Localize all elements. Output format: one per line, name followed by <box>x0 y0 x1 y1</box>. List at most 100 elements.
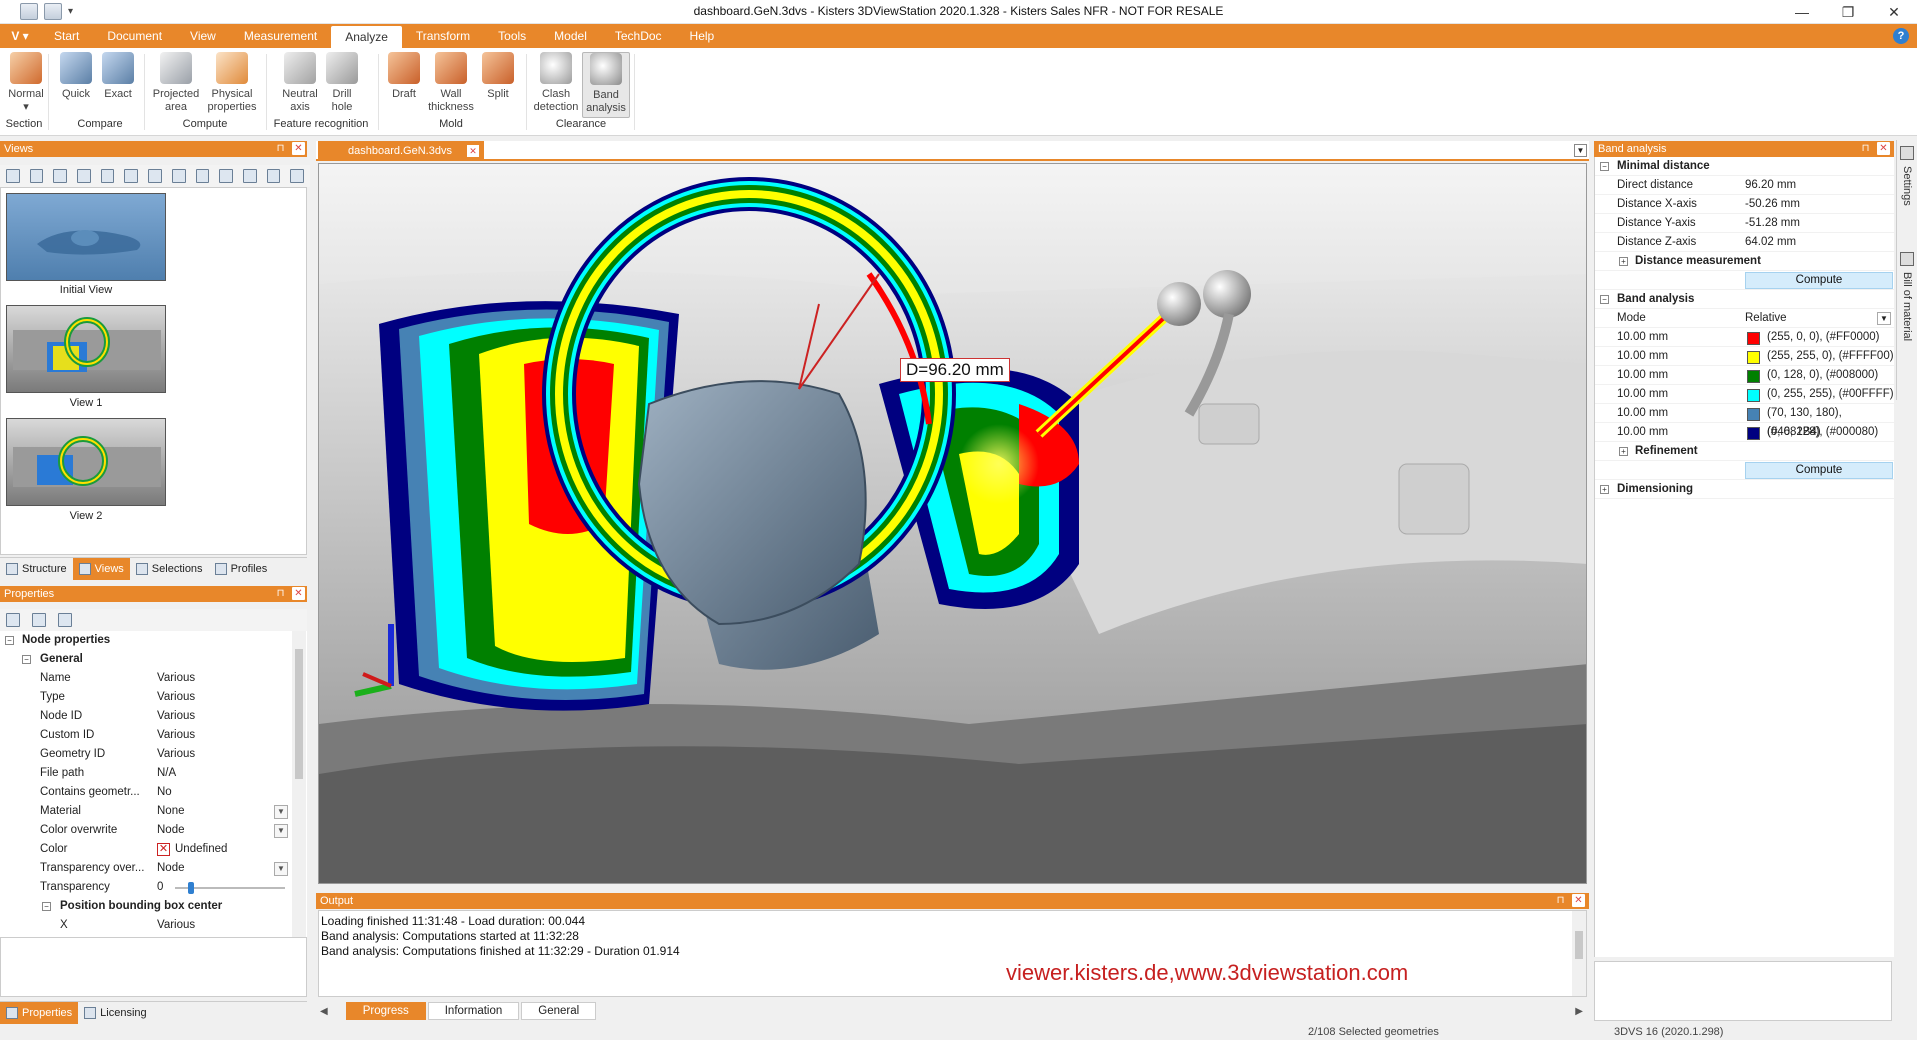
band-row[interactable]: 10.00 mm (0, 0, 128), (#000080) <box>1595 423 1894 442</box>
property-row-color-overwrite[interactable]: Color overwrite Node ▼ <box>0 821 307 840</box>
chevron-down-icon[interactable]: ▼ <box>274 862 288 876</box>
output-scrollbar[interactable] <box>1572 911 1586 996</box>
property-row-node-id[interactable]: Node ID Various <box>0 707 307 726</box>
tab-tools[interactable]: Tools <box>484 24 540 48</box>
position-bbox-group-row[interactable]: − Position bounding box center <box>0 897 307 916</box>
tab-analyze[interactable]: Analyze <box>331 26 402 48</box>
3d-viewport[interactable]: D=96.20 mm <box>318 163 1587 884</box>
pin-icon[interactable]: ⊓ <box>1554 894 1567 907</box>
expand-icon[interactable]: + <box>1600 485 1609 494</box>
property-row-color[interactable]: Color ✕ Undefined <box>0 840 307 859</box>
save-view-icon[interactable] <box>290 169 304 183</box>
dimensioning-group[interactable]: + Dimensioning <box>1595 480 1894 499</box>
band-row[interactable]: 10.00 mm (70, 130, 180), (#4682B4) <box>1595 404 1894 438</box>
bill-of-material-side-tab[interactable]: Bill of material <box>1901 272 1913 341</box>
export-view-icon[interactable] <box>266 169 281 183</box>
band-row[interactable]: 10.00 mm (255, 0, 0), (#FF0000) <box>1595 328 1894 347</box>
collapse-icon[interactable]: − <box>1600 295 1609 304</box>
view-thumbnail-2[interactable] <box>6 418 166 506</box>
tab-document[interactable]: Document <box>93 24 176 48</box>
stop-icon[interactable] <box>124 169 139 183</box>
property-row-transparency-overwrite[interactable]: Transparency over... Node ▼ <box>0 859 307 878</box>
delete-view-icon[interactable] <box>77 169 91 183</box>
band-color-swatch[interactable] <box>1747 408 1760 421</box>
close-icon[interactable]: ✕ <box>292 587 305 600</box>
normal-section-button[interactable]: Normal ▾ <box>2 52 50 114</box>
tab-techdoc[interactable]: TechDoc <box>601 24 676 48</box>
scrollbar-thumb[interactable] <box>295 649 303 779</box>
node-properties-row[interactable]: − Node properties <box>0 631 307 650</box>
split-button[interactable]: Split <box>474 52 522 101</box>
collapse-icon[interactable]: − <box>1600 162 1609 171</box>
quick-compare-button[interactable]: Quick <box>52 52 100 101</box>
property-row-file-path[interactable]: File path N/A <box>0 764 307 783</box>
tab-help[interactable]: Help <box>676 24 729 48</box>
close-icon[interactable]: ✕ <box>467 145 479 157</box>
app-menu-button[interactable]: V ▾ <box>0 24 40 48</box>
property-row-name[interactable]: Name Various <box>0 669 307 688</box>
exact-compare-button[interactable]: Exact <box>94 52 142 101</box>
tab-start[interactable]: Start <box>40 24 93 48</box>
tab-licensing[interactable]: Licensing <box>78 1002 152 1024</box>
property-row-geometry-id[interactable]: Geometry ID Various <box>0 745 307 764</box>
next-view-icon[interactable] <box>148 169 162 183</box>
close-icon[interactable]: ✕ <box>292 142 305 155</box>
scroll-left-icon[interactable]: ◀ <box>320 1006 328 1017</box>
previous-view-icon[interactable] <box>100 169 115 183</box>
drill-hole-button[interactable]: Drill hole <box>318 52 366 114</box>
expand-icon[interactable]: + <box>1619 257 1628 266</box>
minimal-distance-group[interactable]: − Minimal distance <box>1595 157 1894 176</box>
properties-scrollbar[interactable] <box>292 631 306 937</box>
tab-properties[interactable]: Properties <box>0 1002 79 1024</box>
band-color-swatch[interactable] <box>1747 351 1760 364</box>
band-color-swatch[interactable] <box>1747 332 1760 345</box>
band-row[interactable]: 10.00 mm (0, 255, 255), (#00FFFF) <box>1595 385 1894 404</box>
settings-side-tab[interactable]: Settings <box>1901 166 1913 206</box>
close-icon[interactable]: ✕ <box>1877 142 1890 155</box>
wall-thickness-button[interactable]: Wall thickness <box>426 52 476 114</box>
view-thumbnail-initial[interactable] <box>6 193 166 281</box>
close-icon[interactable]: ✕ <box>1572 894 1585 907</box>
expand-icon[interactable]: + <box>1619 447 1628 456</box>
tab-general[interactable]: General <box>521 1002 597 1020</box>
minimize-button[interactable]: — <box>1779 0 1825 24</box>
pin-icon[interactable]: ⊓ <box>274 142 287 155</box>
draft-button[interactable]: Draft <box>380 52 428 101</box>
mode-row[interactable]: Mode Relative ▼ <box>1595 309 1894 328</box>
tab-information[interactable]: Information <box>427 1002 520 1020</box>
distance-measurement-label[interactable]: D=96.20 mm <box>900 358 1010 382</box>
compute-button[interactable]: Compute <box>1745 462 1893 479</box>
tab-progress[interactable]: Progress <box>345 1002 426 1020</box>
projected-area-button[interactable]: Projected area <box>151 52 201 114</box>
scroll-right-icon[interactable]: ▶ <box>1575 1006 1583 1017</box>
band-color-swatch[interactable] <box>1747 389 1760 402</box>
tab-structure[interactable]: Structure <box>0 558 73 580</box>
chevron-down-icon[interactable]: ▼ <box>274 824 288 838</box>
band-color-swatch[interactable] <box>1747 370 1760 383</box>
band-analysis-group[interactable]: − Band analysis <box>1595 290 1894 309</box>
add-view-icon[interactable] <box>29 169 44 183</box>
view-settings-icon[interactable] <box>242 169 257 183</box>
wrench-icon[interactable] <box>1900 146 1914 160</box>
property-row-contains-geometry[interactable]: Contains geometr... No <box>0 783 307 802</box>
help-icon[interactable]: ? <box>1893 28 1909 44</box>
refresh-icon[interactable] <box>195 169 210 183</box>
tab-view[interactable]: View <box>176 24 230 48</box>
close-button[interactable]: ✕ <box>1871 0 1917 24</box>
capture-icon[interactable] <box>171 169 186 183</box>
table-icon[interactable] <box>1900 252 1914 266</box>
chevron-down-icon[interactable]: ▼ <box>1877 312 1891 325</box>
band-row[interactable]: 10.00 mm (255, 255, 0), (#FFFF00) <box>1595 347 1894 366</box>
tab-views[interactable]: Views <box>72 558 130 580</box>
distance-measurement-group[interactable]: + Distance measurement <box>1595 252 1894 271</box>
clash-detection-button[interactable]: Clash detection <box>532 52 580 114</box>
compute-button[interactable]: Compute <box>1745 272 1893 289</box>
scrollbar-thumb[interactable] <box>1575 931 1583 959</box>
update-view-icon[interactable] <box>53 169 68 183</box>
collapse-icon[interactable]: − <box>5 636 14 645</box>
collapse-icon[interactable]: − <box>22 655 31 664</box>
physical-properties-button[interactable]: Physical properties <box>204 52 260 114</box>
band-analysis-button[interactable]: Band analysis <box>582 52 630 118</box>
tab-profiles[interactable]: Profiles <box>209 558 274 580</box>
general-group-row[interactable]: − General <box>0 650 307 669</box>
